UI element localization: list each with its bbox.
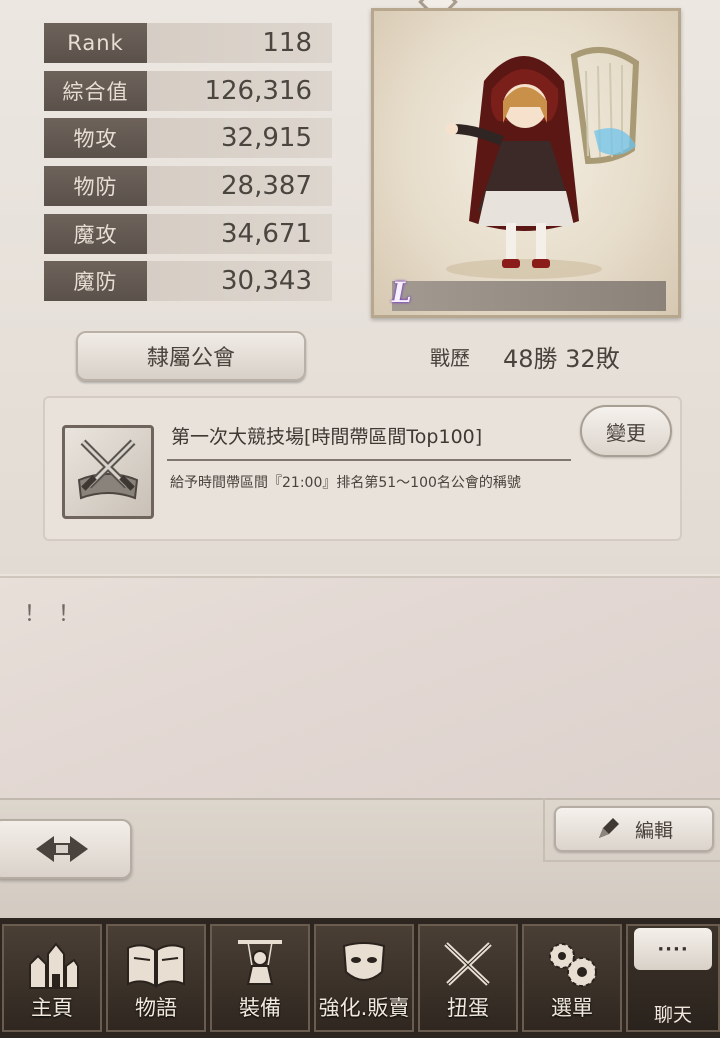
gears-icon [549,943,597,987]
rarity-badge: L [392,276,412,309]
tab-menu[interactable]: 選單 [522,924,622,1032]
stat-row-mag-def: 魔防 30,343 [44,261,332,301]
stat-value: 34,671 [147,214,332,254]
stat-row-phys-def: 物防 28,387 [44,166,332,206]
stat-label: 物防 [44,166,147,206]
tab-story[interactable]: 物語 [106,924,206,1032]
stat-label: 物攻 [44,118,147,158]
comment-area [0,576,720,800]
character-portrait[interactable]: L [371,8,681,318]
stat-value: 32,915 [147,118,332,158]
stat-label: Rank [44,23,147,63]
title-name: 第一次大競技場[時間帶區間Top100] [171,426,483,448]
stat-row-rank: Rank 118 [44,23,332,63]
chat-bubble-icon: ···· [634,928,712,970]
tab-enhance-sell[interactable]: 強化.販賣 [314,924,414,1032]
edit-button[interactable]: 編輯 [554,806,714,852]
edit-button-label: 編輯 [634,819,673,842]
character-illustration [446,46,640,279]
tab-gacha[interactable]: 扭蛋 [418,924,518,1032]
comment-text: ！！ [24,602,93,627]
mask-icon [342,942,386,981]
stat-value: 118 [147,23,332,63]
battle-record-label: 戰歷 [430,346,470,370]
book-icon [127,944,185,988]
portrait-name-bar [392,281,666,311]
stat-label: 魔攻 [44,214,147,254]
crossed-swords-emblem-icon [62,425,154,519]
tab-label: 選單 [551,996,593,1020]
tab-home[interactable]: 主頁 [2,924,102,1032]
tab-label: 主頁 [31,996,73,1020]
back-arrow-icon [36,836,88,862]
stat-label: 綜合值 [44,71,147,111]
tab-label: 扭蛋 [447,996,489,1020]
back-button[interactable] [0,819,132,879]
stat-row-phys-atk: 物攻 32,915 [44,118,332,158]
stat-label: 魔防 [44,261,147,301]
stat-value: 30,343 [147,261,332,301]
tab-equipment[interactable]: 裝備 [210,924,310,1032]
title-description: 給予時間帶區間『21:00』排名第51～100名公會的稱號 [170,475,521,491]
stat-row-total: 綜合值 126,316 [44,71,332,111]
crossed-swords-icon [444,942,492,986]
battle-record-value: 48勝 32敗 [503,345,620,373]
tab-label: 強化.販賣 [318,996,410,1020]
pen-icon [598,818,619,838]
chat-label: 聊天 [654,1004,693,1026]
puppet-icon [238,940,282,985]
tab-label: 裝備 [239,996,281,1020]
stat-row-mag-atk: 魔攻 34,671 [44,214,332,254]
tab-label: 物語 [135,996,177,1020]
stat-value: 28,387 [147,166,332,206]
title-divider [167,459,571,461]
change-title-button[interactable]: 變更 [580,405,672,457]
castle-icon [29,942,79,989]
stat-value: 126,316 [147,71,332,111]
guild-button[interactable]: 隸屬公會 [76,331,306,381]
